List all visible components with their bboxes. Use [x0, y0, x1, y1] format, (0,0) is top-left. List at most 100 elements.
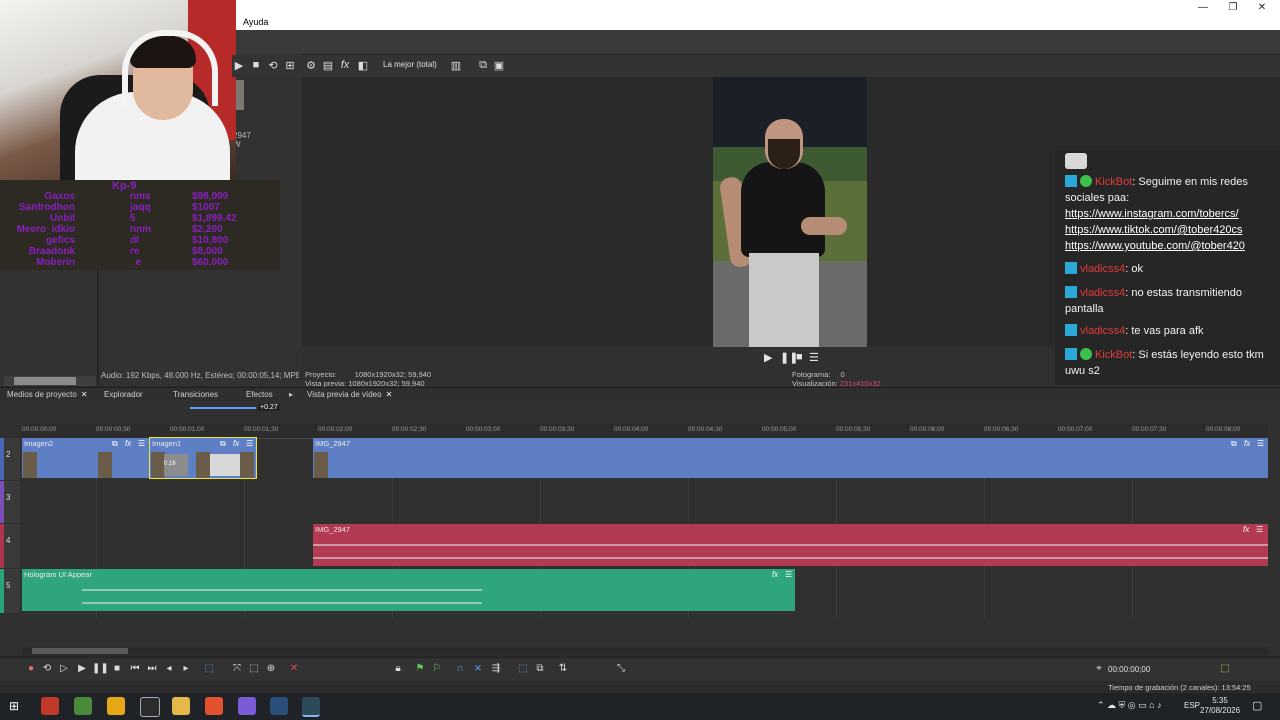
frame-icon[interactable]: ⊞: [283, 59, 297, 72]
go-start-icon[interactable]: ⏮: [128, 663, 142, 674]
tray-icons[interactable]: ⌃ ☁ ⛨ ◎ ▭ ⌂ ♪: [1097, 700, 1162, 711]
preview-menu-icon[interactable]: ☰: [809, 351, 819, 364]
auto-crossfade-icon[interactable]: ⨯: [471, 663, 485, 674]
record-icon[interactable]: ●: [24, 663, 38, 674]
loop-icon[interactable]: ⟲: [40, 663, 54, 674]
windows-start-icon[interactable]: ⊞: [9, 699, 19, 713]
timeline-scrollbar[interactable]: [22, 647, 1268, 655]
language-indicator[interactable]: ESP: [1184, 701, 1200, 710]
prev-frame-icon[interactable]: ◂: [162, 663, 176, 674]
close-button[interactable]: ✕: [1252, 2, 1272, 13]
clip-imagen1[interactable]: Imagen1 ⧉ fx ☰ 0.16: [149, 437, 257, 479]
panel-tabs: Medios de proyecto ✕ Explorador Transicio…: [0, 387, 1280, 402]
vegas-icon[interactable]: [302, 697, 320, 717]
frame-info: Fotograma: 0: [792, 370, 845, 379]
stop-icon[interactable]: ■: [110, 663, 124, 674]
render-icon[interactable]: ⇅: [556, 663, 570, 674]
ruler-tick: 00:00:07;30: [1132, 426, 1167, 433]
fx-icon[interactable]: fx: [338, 59, 352, 71]
preview-play-icon[interactable]: ▶: [764, 351, 772, 364]
gear-icon[interactable]: ⚙: [304, 59, 318, 72]
fit-icon[interactable]: ⬚: [1218, 663, 1232, 674]
tab-explorer[interactable]: Explorador: [104, 390, 143, 399]
restore-button[interactable]: ❐: [1223, 2, 1243, 13]
timecode[interactable]: 00:00:00;00: [1108, 665, 1150, 674]
ignore-grouping-icon[interactable]: ⧉: [533, 663, 547, 674]
lock-icon[interactable]: 🔒︎: [391, 663, 405, 674]
grid-icon[interactable]: ▥: [449, 59, 463, 72]
split-screen-icon[interactable]: ◧: [356, 59, 370, 72]
normal-edit-tool-icon[interactable]: ⬚: [202, 663, 216, 674]
marker-icon[interactable]: ⚑: [413, 663, 427, 674]
envelope-tool-icon[interactable]: ⤧: [230, 663, 244, 674]
app-icon[interactable]: [107, 697, 125, 715]
next-frame-icon[interactable]: ▸: [179, 663, 193, 674]
time-ruler[interactable]: 00:00:00;00 00:00:00;30 00:00:01;00 00:0…: [22, 424, 1268, 439]
menu-icon: ☰: [785, 570, 793, 579]
clip-imagen2[interactable]: Imagen2 ⧉ fx ☰: [22, 438, 150, 478]
chevron-right-icon[interactable]: ▸: [289, 390, 293, 399]
zoom-tool-icon[interactable]: ⊕: [264, 663, 278, 674]
chat-link[interactable]: https://www.tiktok.com/@tober420cs: [1065, 224, 1242, 236]
clip-img-video[interactable]: IMG_2947 ⧉ fx ☰: [313, 438, 1268, 478]
play-icon[interactable]: ▶: [232, 59, 246, 72]
track-header-5[interactable]: 5: [0, 569, 20, 613]
scrollbar-thumb[interactable]: [32, 648, 128, 654]
play-from-start-icon[interactable]: ▷: [57, 663, 71, 674]
app-icon[interactable]: [140, 697, 160, 717]
stop-icon[interactable]: ■: [249, 59, 263, 71]
tab-video-preview[interactable]: Vista previa de vídeo ✕: [307, 390, 392, 399]
ruler-tick: 00:00:02;30: [392, 426, 427, 433]
scrub-icon[interactable]: ⤡: [614, 663, 628, 674]
steam-icon[interactable]: [270, 697, 288, 715]
loop-icon[interactable]: ⟲: [266, 59, 280, 72]
tab-project-media[interactable]: Medios de proyecto ✕: [7, 390, 88, 399]
clip-hologram[interactable]: Hologram UI Appear fx ☰: [22, 569, 795, 611]
app-icon[interactable]: [74, 697, 92, 715]
app-icon[interactable]: [41, 697, 59, 715]
notification-icon[interactable]: ▢: [1252, 699, 1262, 712]
lock-envelopes-icon[interactable]: ⬚: [516, 663, 530, 674]
discord-icon[interactable]: [238, 697, 256, 715]
scrollbar-thumb[interactable]: [14, 377, 76, 385]
video-frame: [713, 77, 867, 347]
save-snapshot-icon[interactable]: ▣: [492, 59, 506, 72]
delete-icon[interactable]: ✕: [287, 663, 301, 674]
ripple-icon[interactable]: ⇶: [489, 663, 503, 674]
chat-link[interactable]: https://www.instagram.com/tobercs/: [1065, 208, 1239, 220]
menu-help[interactable]: Ayuda: [243, 17, 268, 27]
clip-img-audio[interactable]: IMG_2947 fx ☰: [313, 524, 1268, 566]
track-header-3[interactable]: 3: [0, 481, 20, 523]
media-scrollbar[interactable]: [4, 376, 96, 386]
play-icon[interactable]: ▶: [75, 663, 89, 674]
track-header-4[interactable]: 4: [0, 524, 20, 568]
folder-icon[interactable]: [172, 697, 190, 715]
ruler-tick: 00:00:05;30: [836, 426, 871, 433]
region-icon[interactable]: ⚐: [430, 663, 444, 674]
ruler-tick: 00:00:04;00: [614, 426, 649, 433]
minimize-button[interactable]: —: [1193, 2, 1213, 13]
tab-transitions[interactable]: Transiciones: [173, 390, 218, 399]
chat-link[interactable]: https://www.youtube.com/@tober420: [1065, 240, 1245, 252]
chat-message: vladicss4: ok: [1065, 261, 1275, 277]
menu-icon: ☰: [1257, 439, 1265, 448]
copy-icon[interactable]: ⧉: [476, 59, 490, 72]
clip-thumbnail: [151, 452, 165, 478]
browser-icon[interactable]: [205, 697, 223, 715]
tab-effects[interactable]: Efectos: [246, 390, 273, 399]
video-person-pants: [749, 253, 819, 347]
stats-overlay: Kp-9 Gaxos nms $98,000 Sanfrodhon jaqq $1007…: [0, 180, 280, 270]
ruler-tick: 00:00:03;30: [540, 426, 575, 433]
track-header-2[interactable]: 2: [0, 438, 20, 480]
snap-icon[interactable]: ∩: [453, 663, 467, 674]
taskbar: ⊞ ⌃ ☁ ⛨ ◎ ▭ ⌂ ♪ ESP 5:35 27/08/2026 ▢: [0, 693, 1280, 720]
go-end-icon[interactable]: ⏭: [145, 663, 159, 674]
overlay-icon[interactable]: ▤: [321, 59, 335, 72]
headset-icon: [122, 30, 218, 106]
selection-tool-icon[interactable]: ⬚: [247, 663, 261, 674]
preview-quality-select[interactable]: La mejor (total): [383, 60, 437, 69]
pause-icon[interactable]: ❚❚: [92, 663, 109, 674]
clock[interactable]: 5:35 27/08/2026: [1200, 696, 1240, 716]
preview-stop-icon[interactable]: ■: [796, 351, 803, 363]
loop-region[interactable]: [190, 407, 256, 409]
